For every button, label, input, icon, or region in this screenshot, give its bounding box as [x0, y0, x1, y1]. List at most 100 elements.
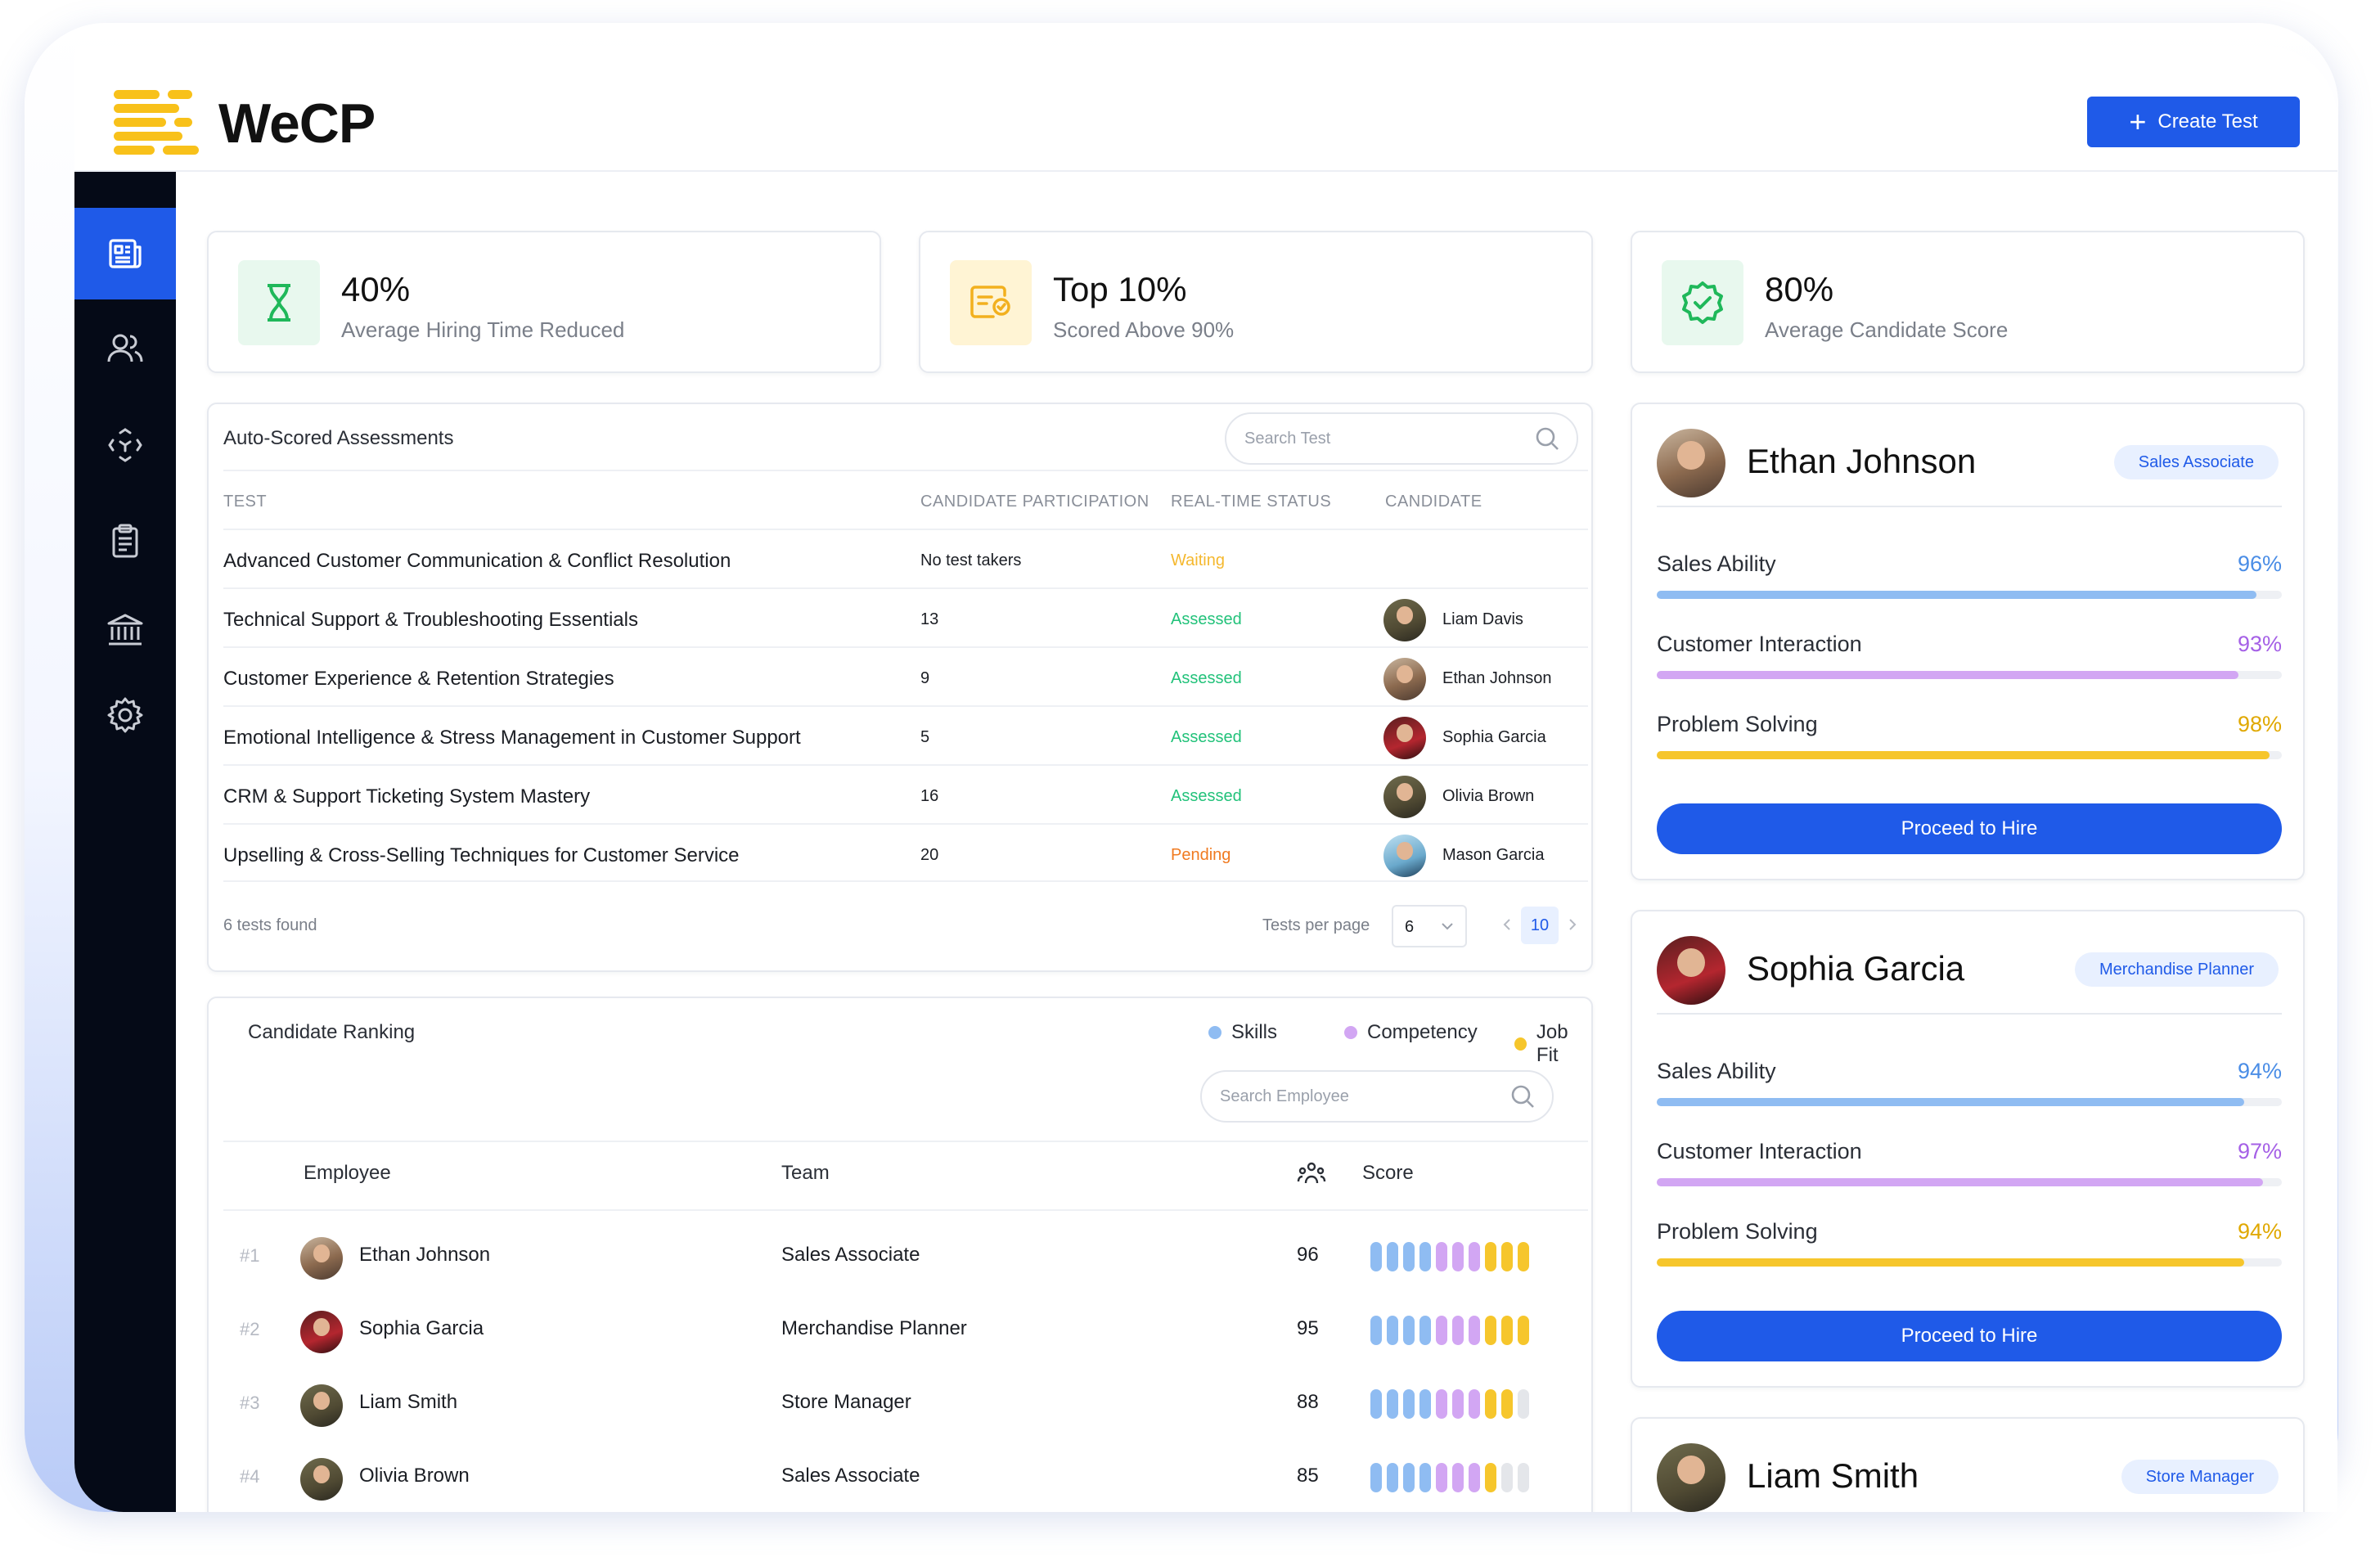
- avatar: [1383, 599, 1426, 641]
- rank-number: #4: [240, 1466, 260, 1487]
- col-participation: CANDIDATE PARTICIPATION: [920, 493, 1150, 511]
- stat-card-candidate-score: 80% Average Candidate Score: [1631, 231, 2305, 373]
- sidebar-item-users[interactable]: [74, 303, 176, 394]
- employee-team: Merchandise Planner: [781, 1317, 967, 1339]
- employee-team: Store Manager: [781, 1391, 911, 1413]
- score-bar-segment: [1436, 1242, 1447, 1271]
- proceed-to-hire-button[interactable]: Proceed to Hire: [1657, 803, 2282, 854]
- page-number[interactable]: 10: [1521, 907, 1559, 944]
- per-page-label: Tests per page: [1262, 916, 1370, 934]
- skill-row: Problem Solving 98%: [1657, 712, 2282, 761]
- gear-icon: [107, 697, 143, 733]
- skill-track: [1657, 751, 2282, 759]
- proceed-to-hire-button[interactable]: Proceed to Hire: [1657, 1311, 2282, 1361]
- per-page-select[interactable]: 6: [1392, 905, 1467, 947]
- team-icon: [1297, 1162, 1326, 1184]
- candidate-name: Liam Davis: [1442, 610, 1523, 628]
- participation: 5: [920, 728, 930, 746]
- ranking-row[interactable]: #2 Sophia Garcia Merchandise Planner 95: [209, 1294, 1573, 1368]
- score-bar-segment: [1419, 1463, 1431, 1492]
- employee-name: Sophia Garcia: [359, 1317, 484, 1339]
- ranking-row[interactable]: #3 Liam Smith Store Manager 88: [209, 1368, 1573, 1442]
- skill-label: Sales Ability: [1657, 551, 1776, 576]
- skill-value: 94%: [2237, 1059, 2282, 1083]
- stat-value: Top 10%: [1053, 270, 1187, 308]
- score-bar-segment: [1452, 1389, 1464, 1419]
- test-name: Upselling & Cross-Selling Techniques for…: [223, 844, 740, 866]
- ranking-row[interactable]: #1 Ethan Johnson Sales Associate 96: [209, 1221, 1573, 1294]
- employee-name: Ethan Johnson: [359, 1244, 491, 1266]
- candidate-name: Mason Garcia: [1442, 846, 1545, 864]
- legend-dot: [1514, 1037, 1527, 1051]
- employee-team: Sales Associate: [781, 1244, 920, 1266]
- score-bar-segment: [1419, 1242, 1431, 1271]
- skill-value: 97%: [2237, 1139, 2282, 1163]
- participation: 16: [920, 787, 939, 805]
- skill-value: 94%: [2237, 1219, 2282, 1244]
- stat-card-hiring-time: 40% Average Hiring Time Reduced: [207, 231, 881, 373]
- skill-track: [1657, 1258, 2282, 1267]
- score-bar-segment: [1469, 1316, 1480, 1345]
- table-row[interactable]: Emotional Intelligence & Stress Manageme…: [223, 705, 1588, 764]
- employee-score: 96: [1297, 1244, 1319, 1266]
- col-team: Team: [781, 1162, 830, 1184]
- employee-score: 88: [1297, 1391, 1319, 1413]
- divider: [1657, 506, 2282, 507]
- test-search-input[interactable]: Search Test: [1225, 412, 1578, 465]
- search-placeholder: Search Test: [1244, 429, 1331, 448]
- score-bar-segment: [1370, 1316, 1382, 1345]
- table-row[interactable]: Technical Support & Troubleshooting Esse…: [223, 587, 1588, 646]
- profile-card-sophia: Sophia Garcia Merchandise Planner Sales …: [1631, 910, 2305, 1388]
- score-bar-segment: [1419, 1389, 1431, 1419]
- ranking-row[interactable]: #4 Olivia Brown Sales Associate 85: [209, 1442, 1573, 1512]
- chevron-right-icon[interactable]: [1568, 918, 1577, 931]
- skill-track: [1657, 671, 2282, 679]
- stat-value: 40%: [341, 270, 411, 308]
- logo-icon: [114, 90, 199, 155]
- per-page-value: 6: [1405, 918, 1415, 936]
- create-test-button[interactable]: + Create Test: [2087, 97, 2300, 147]
- stat-label: Average Candidate Score: [1765, 317, 2009, 342]
- score-bar-segment: [1501, 1242, 1513, 1271]
- assessments-panel: Auto-Scored Assessments Search Test TEST…: [207, 403, 1593, 972]
- sidebar-item-scan[interactable]: [74, 399, 176, 491]
- skill-row: Customer Interaction 93%: [1657, 632, 2282, 681]
- sidebar-item-settings[interactable]: [74, 669, 176, 761]
- col-status: REAL-TIME STATUS: [1171, 493, 1332, 511]
- score-bar-segment: [1370, 1463, 1382, 1492]
- status-text: Assessed: [1171, 669, 1242, 687]
- score-bar-segment: [1403, 1463, 1415, 1492]
- sidebar-item-clipboard[interactable]: [74, 496, 176, 587]
- score-bar-segment: [1452, 1463, 1464, 1492]
- profile-name: Sophia Garcia: [1747, 949, 1965, 988]
- chevron-left-icon[interactable]: [1503, 918, 1511, 931]
- hourglass-icon: [268, 284, 290, 322]
- sidebar-item-news[interactable]: [74, 208, 176, 299]
- table-row[interactable]: Customer Experience & Retention Strategi…: [223, 646, 1588, 705]
- verified-icon: [1682, 281, 1723, 324]
- role-badge: Sales Associate: [2113, 445, 2279, 479]
- stat-card-top-score: Top 10% Scored Above 90%: [919, 231, 1593, 373]
- col-employee: Employee: [304, 1162, 391, 1184]
- participation: 20: [920, 846, 939, 864]
- stat-icon-wrap: [950, 260, 1032, 345]
- stat-label: Average Hiring Time Reduced: [341, 317, 625, 342]
- score-bar-segment: [1436, 1316, 1447, 1345]
- skill-row: Sales Ability 96%: [1657, 551, 2282, 601]
- score-bar-segment: [1419, 1316, 1431, 1345]
- table-row[interactable]: Upselling & Cross-Selling Techniques for…: [223, 823, 1588, 882]
- score-bar-segment: [1387, 1463, 1398, 1492]
- table-row[interactable]: Advanced Customer Communication & Confli…: [223, 529, 1588, 587]
- score-bar-segment: [1452, 1316, 1464, 1345]
- sidebar-item-bank[interactable]: [74, 584, 176, 676]
- status-text: Waiting: [1171, 551, 1225, 569]
- stat-value: 80%: [1765, 270, 1834, 308]
- table-row[interactable]: CRM & Support Ticketing System Mastery 1…: [223, 764, 1588, 823]
- status-text: Assessed: [1171, 610, 1242, 628]
- clipboard-icon: [112, 524, 138, 558]
- col-score: Score: [1362, 1162, 1414, 1184]
- employee-search-input[interactable]: Search Employee: [1200, 1070, 1554, 1123]
- employee-team: Sales Associate: [781, 1465, 920, 1487]
- col-test: TEST: [223, 493, 268, 511]
- score-bar-segment: [1452, 1242, 1464, 1271]
